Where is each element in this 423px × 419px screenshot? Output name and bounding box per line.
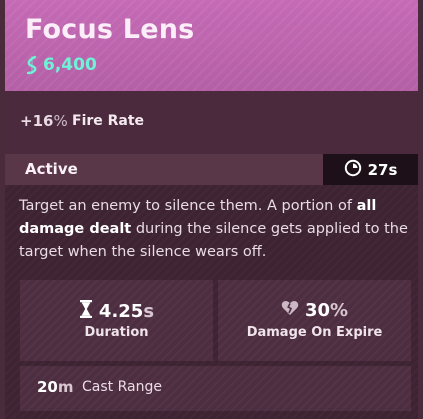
item-title: Focus Lens: [25, 14, 195, 45]
duration-value: 4.25: [98, 301, 144, 322]
item-price: 6,400: [25, 54, 97, 76]
duration-value-row: 4.25s: [20, 300, 213, 323]
stat-unit: %: [53, 112, 68, 130]
cast-range-label: Cast Range: [82, 379, 162, 395]
ability-description: Target an enemy to silence them. A porti…: [19, 195, 411, 264]
price-value: 6,400: [43, 55, 97, 75]
damage-on-expire-property: 30% Damage On Expire: [218, 280, 411, 361]
damage-value-row: 30%: [218, 300, 411, 321]
damage-on-expire-label: Damage On Expire: [246, 325, 383, 340]
duration-unit: s: [143, 301, 155, 322]
stat-row-fire-rate: +16% Fire Rate: [5, 91, 418, 154]
stat-label: Fire Rate: [72, 113, 145, 129]
cooldown-clock-icon: [344, 159, 362, 181]
souls-icon: [25, 55, 39, 75]
cast-range-unit: m: [57, 378, 74, 396]
duration-property: 4.25s Duration: [20, 280, 213, 361]
item-header: Focus Lens 6,400: [5, 0, 418, 91]
stat-number: +16: [20, 112, 54, 130]
item-tooltip-card: Focus Lens 6,400 +16% Fire Rate Active 2…: [5, 0, 418, 419]
broken-heart-icon: [281, 300, 299, 321]
active-ability-bar: Active 27s: [5, 154, 418, 185]
cooldown-value: 27s: [367, 160, 398, 179]
damage-value: 30: [304, 300, 330, 321]
cooldown-badge: 27s: [323, 154, 418, 185]
description-text-1: Target an enemy to silence them. A porti…: [19, 198, 357, 214]
cast-range-value-row: 20m: [37, 378, 74, 396]
stat-value: +16%: [20, 112, 68, 130]
active-label: Active: [25, 160, 78, 178]
hourglass-icon: [79, 300, 93, 323]
cast-range-value: 20: [37, 378, 58, 396]
duration-label: Duration: [84, 325, 149, 340]
cast-range-property: 20m Cast Range: [20, 366, 411, 411]
damage-unit: %: [330, 300, 349, 321]
